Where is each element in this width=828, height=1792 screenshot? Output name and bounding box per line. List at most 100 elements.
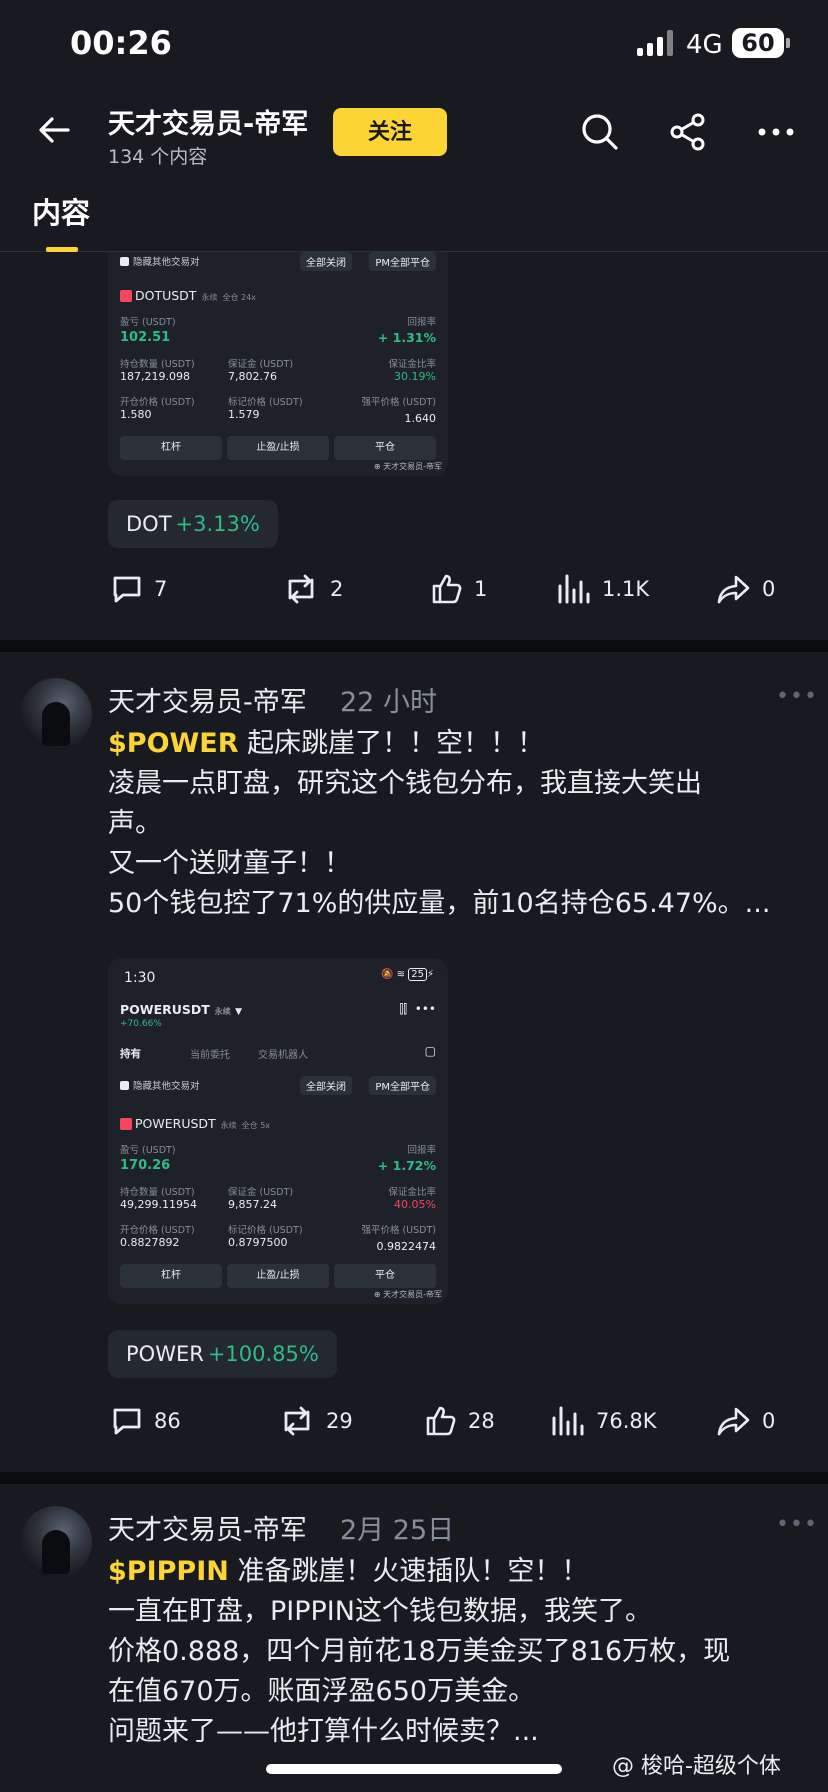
- author-avatar[interactable]: [20, 1506, 92, 1578]
- repost-icon: [284, 1406, 310, 1436]
- repost-action[interactable]: 29: [278, 1404, 353, 1438]
- post1-screenshot[interactable]: 隐藏其他交易对 全部关闭 PM全部平仓 DOTUSDT 永续 全仓 24x 盈亏 (…: [108, 252, 448, 476]
- post-divider: [0, 640, 828, 652]
- liq-label: 强平价格 (USDT): [361, 1225, 436, 1236]
- author-avatar[interactable]: [20, 678, 92, 750]
- roi-label: 回报率: [407, 1145, 436, 1156]
- ratio-label: 保证金比率: [388, 1187, 436, 1198]
- status-bar: 00:26 4G 60: [0, 0, 828, 90]
- mark-value: 0.8797500: [228, 1236, 288, 1249]
- liq-value: 1.640: [404, 412, 437, 425]
- pnl-label: 盈亏 (USDT): [120, 317, 176, 328]
- post-body[interactable]: $PIPPIN 准备跳崖！火速插队！空！！ 一直在盯盘，PIPPIN这个钱包数据…: [108, 1552, 808, 1752]
- network-type: 4G: [686, 30, 723, 60]
- history-icon: ▢: [424, 1044, 436, 1058]
- close-position-button: 平仓: [334, 436, 436, 460]
- share-action[interactable]: 0: [716, 1404, 775, 1438]
- post-body[interactable]: $POWER 起床跳崖了！！空！！！ 凌晨一点盯盘，研究这个钱包分布，我直接大笑…: [108, 724, 808, 924]
- post-divider: [0, 1472, 828, 1484]
- roi-value: + 1.31%: [377, 330, 436, 345]
- entry-value: 1.580: [120, 408, 152, 421]
- tab-orders: 当前委托: [190, 1050, 230, 1061]
- views-bar-icon: [552, 1406, 584, 1436]
- position-symbol-row: POWERUSDT 永续 全仓 5x: [120, 1116, 270, 1131]
- liq-label: 强平价格 (USDT): [361, 397, 436, 408]
- margin-value: 9,857.24: [228, 1198, 277, 1211]
- post-more-icon[interactable]: •••: [776, 684, 818, 709]
- like-action[interactable]: 28: [424, 1404, 495, 1438]
- comment-icon: [113, 1408, 141, 1435]
- size-label: 持仓数量 (USDT): [120, 359, 195, 370]
- position-symbol-row: DOTUSDT 永续 全仓 24x: [120, 288, 256, 303]
- entry-label: 开仓价格 (USDT): [120, 1225, 195, 1236]
- mark-value: 1.579: [228, 408, 260, 421]
- source-watermark: @ 梭哈-超级个体: [612, 1754, 781, 1779]
- tab-bots: 交易机器人: [258, 1050, 308, 1061]
- home-indicator[interactable]: [266, 1764, 562, 1774]
- thumbs-up-icon: [432, 574, 462, 604]
- tpsl-button: 止盈/止损: [227, 436, 329, 460]
- screenshot-watermark: ⊕ 天才交易员-帝军: [373, 1290, 442, 1299]
- post-more-icon[interactable]: •••: [776, 1512, 818, 1537]
- share-arrow-icon: [717, 1407, 750, 1436]
- cashtag[interactable]: $POWER: [108, 728, 239, 759]
- checkbox-icon: [120, 1081, 129, 1090]
- pnl-value: 170.26: [120, 1158, 171, 1173]
- mark-label: 标记价格 (USDT): [228, 1225, 303, 1236]
- screenshot-watermark: ⊕ 天才交易员-帝军: [373, 462, 442, 471]
- size-label: 持仓数量 (USDT): [120, 1187, 195, 1198]
- margin-label: 保证金 (USDT): [228, 359, 294, 370]
- checkbox-icon: [120, 257, 129, 266]
- coin-icon: [120, 1118, 132, 1130]
- follow-button[interactable]: 关注: [333, 108, 447, 156]
- tpsl-button: 止盈/止损: [227, 1264, 329, 1288]
- tab-positions: 持有: [120, 1048, 141, 1060]
- mark-label: 标记价格 (USDT): [228, 397, 303, 408]
- share-icon[interactable]: [666, 110, 710, 154]
- like-action[interactable]: 1: [430, 572, 487, 606]
- entry-label: 开仓价格 (USDT): [120, 397, 195, 408]
- post-time: 2月 25日: [340, 1515, 455, 1546]
- comment-action[interactable]: 7: [110, 572, 167, 606]
- pm-close-chip: PM全部平仓: [369, 252, 436, 271]
- back-arrow-icon[interactable]: [34, 110, 74, 150]
- cashtag[interactable]: $PIPPIN: [108, 1556, 229, 1587]
- chart-more-icons: ⫿⫿ •••: [399, 1002, 436, 1016]
- thumbs-up-icon: [426, 1406, 456, 1436]
- signal-icon: [637, 30, 673, 56]
- ticker-pill-dot[interactable]: DOT +3.13%: [108, 500, 278, 548]
- close-all-chip: 全部关闭: [300, 1076, 352, 1095]
- phone-status-icons: 🔕 ≋ 25 ⚡: [381, 968, 434, 981]
- size-value: 187,219.098: [120, 370, 190, 383]
- pnl-value: 102.51: [120, 330, 171, 345]
- share-action[interactable]: 0: [716, 572, 775, 606]
- margin-value: 7,802.76: [228, 370, 277, 383]
- views-bar-icon: [558, 574, 590, 604]
- comment-action[interactable]: 86: [110, 1404, 181, 1438]
- comment-icon: [113, 576, 141, 603]
- ticker-pill-power[interactable]: POWER +100.85%: [108, 1330, 337, 1378]
- tab-content[interactable]: 内容: [32, 190, 90, 232]
- leverage-button: 杠杆: [120, 1264, 222, 1288]
- views-stat: 76.8K: [550, 1404, 657, 1438]
- author-name[interactable]: 天才交易员-帝军: [108, 1508, 307, 1547]
- leverage-button: 杠杆: [120, 436, 222, 460]
- symbol-header: POWERUSDT 永续 ▼: [120, 1002, 243, 1017]
- entry-value: 0.8827892: [120, 1236, 180, 1249]
- repost-action[interactable]: 2: [282, 572, 343, 606]
- tab-bar: 内容: [0, 180, 828, 252]
- search-icon[interactable]: [578, 110, 622, 154]
- repost-icon: [288, 574, 314, 604]
- pnl-label: 盈亏 (USDT): [120, 1145, 176, 1156]
- more-icon[interactable]: [754, 110, 798, 154]
- post-time: 22 小时: [340, 687, 437, 718]
- phone-time: 1:30: [124, 970, 156, 986]
- tab-indicator: [46, 247, 78, 252]
- hide-pairs-label: 隐藏其他交易对: [133, 257, 200, 268]
- battery-icon: 60: [732, 28, 790, 58]
- size-value: 49,299.11954: [120, 1198, 197, 1211]
- post2-screenshot[interactable]: 1:30 🔕 ≋ 25 ⚡ POWERUSDT 永续 ▼ +70.66% ⫿⫿ ••…: [108, 958, 448, 1304]
- profile-name: 天才交易员-帝军: [108, 109, 309, 140]
- author-name[interactable]: 天才交易员-帝军: [108, 680, 307, 719]
- ratio-value: 40.05%: [394, 1198, 436, 1211]
